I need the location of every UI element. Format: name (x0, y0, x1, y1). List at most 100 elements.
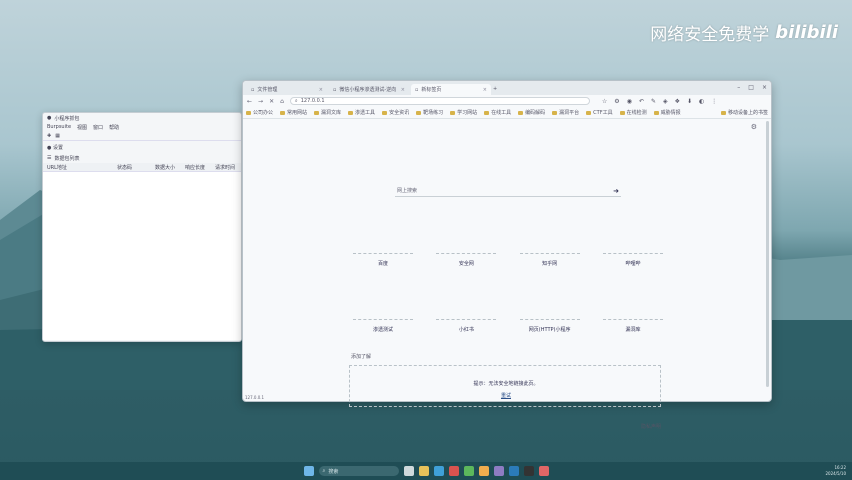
home-icon[interactable]: ⌂ (280, 98, 284, 105)
browser-icon[interactable] (433, 466, 444, 476)
taskbar-search[interactable]: ⌕ 搜索 (318, 466, 399, 476)
browser-tab-active[interactable]: ▫ 新标签页 × (411, 84, 491, 95)
menu-item-3[interactable]: 帮助 (109, 124, 119, 131)
app-icon[interactable] (448, 466, 459, 476)
packet-table-body[interactable] (43, 172, 241, 340)
reload-icon[interactable]: ✕ (269, 98, 274, 105)
bookmark-folder[interactable]: 漏洞平台 (552, 109, 579, 116)
shortcut-tile[interactable]: 小红书 (436, 319, 497, 333)
search-icon: ⌕ (322, 468, 326, 474)
retry-link[interactable]: 重试 (350, 392, 662, 399)
taskbar: ⌕ 搜索 16:22 2024/5/10 (0, 462, 852, 480)
menu-item-2[interactable]: 窗口 (93, 124, 103, 131)
web-search-box[interactable]: 网上搜索 ➜ (395, 185, 621, 197)
forward-icon[interactable]: → (258, 98, 263, 105)
capture-tool-window: ● 小程序抓包 Burpsuite 视图 窗口 帮助 ✚ ▦ ● 设置 ☰ 数据… (42, 112, 242, 342)
scrollbar[interactable] (766, 121, 769, 387)
arrow-right-icon[interactable]: ➜ (613, 187, 619, 195)
column-time[interactable]: 请求时间 (215, 164, 245, 171)
bookmark-folder[interactable]: 靶场练习 (416, 109, 443, 116)
page-icon: ▫ (415, 86, 419, 93)
extension-icon[interactable]: ⚙ (614, 98, 619, 105)
app-icon[interactable] (463, 466, 474, 476)
bookmarks-bar: 公司办公 常用网站 漏洞文库 渗透工具 安全资讯 靶场练习 学习网站 在线工具 … (243, 107, 771, 119)
task-view-icon[interactable] (403, 466, 414, 476)
table-header: URL地址 状态码 数据大小 响应长度 请求时间 (43, 163, 241, 172)
favorites-icon[interactable]: ❖ (675, 98, 680, 105)
tab-settings[interactable]: ● 设置 (47, 144, 63, 151)
shortcut-tile[interactable]: 渗透测试 (353, 319, 413, 333)
extension-icon[interactable]: ✎ (651, 98, 656, 105)
bookmark-folder[interactable]: 安全资讯 (382, 109, 409, 116)
shortcut-tile[interactable]: 哔哩哔 (602, 253, 663, 267)
shortcut-tile[interactable]: 安全网 (436, 253, 497, 267)
settings-icon[interactable]: ✚ (47, 133, 51, 139)
windows-start-icon[interactable] (303, 466, 314, 476)
bookmark-folder[interactable]: 公司办公 (246, 109, 273, 116)
app-icon[interactable] (478, 466, 489, 476)
close-icon[interactable]: × (319, 87, 323, 93)
minimize-icon[interactable]: – (737, 84, 740, 91)
app-icon[interactable] (538, 466, 549, 476)
bookmark-folder[interactable]: CTF工具 (586, 109, 613, 116)
bookmark-folder[interactable]: 威胁情报 (653, 109, 681, 116)
clock-date: 2024/5/10 (825, 471, 846, 476)
menu-item-1[interactable]: 视图 (77, 124, 87, 131)
bookmark-folder[interactable]: 学习网站 (450, 109, 477, 116)
bookmark-folder[interactable]: 在线工具 (484, 109, 511, 116)
tab-strip: ● 设置 (43, 141, 241, 153)
app-icon[interactable] (493, 466, 504, 476)
menu-bar: Burpsuite 视图 窗口 帮助 (43, 123, 241, 131)
bookmark-folder[interactable]: 常用网站 (280, 109, 307, 116)
menu-icon[interactable]: ⋮ (711, 98, 717, 105)
star-icon[interactable]: ☆ (602, 98, 607, 105)
grid-icon[interactable]: ▦ (55, 133, 60, 139)
notice-text: 提示：无法安全地链接此页。 (473, 381, 539, 387)
shortcut-tile[interactable]: 知乎网 (519, 253, 580, 267)
close-icon[interactable]: × (401, 87, 405, 93)
back-icon[interactable]: ← (247, 98, 252, 105)
extension-icon[interactable]: ◈ (663, 98, 668, 105)
profile-icon[interactable]: ◐ (699, 98, 704, 105)
shortcut-tile[interactable]: 百度 (353, 253, 413, 267)
bookmark-folder[interactable]: 编码解码 (518, 109, 545, 116)
undo-icon[interactable]: ↶ (639, 98, 644, 105)
close-icon[interactable]: × (483, 87, 487, 93)
shortcut-tile[interactable]: 网页(HTTP)小程序 (519, 319, 580, 333)
browser-tab[interactable]: ▫ 文件管理 × (247, 84, 327, 95)
url-input[interactable]: ⌕ 127.0.0.1 (289, 97, 590, 105)
system-tray[interactable]: 16:22 2024/5/10 (825, 465, 846, 477)
menu-item-0[interactable]: Burpsuite (47, 124, 71, 130)
file-explorer-icon[interactable] (418, 466, 429, 476)
extensions-bar: ☆ ⚙ ◉ ↶ ✎ ◈ ❖ ⬇ ◐ ⋮ (602, 98, 717, 105)
bookmark-folder[interactable]: 漏洞文库 (314, 109, 341, 116)
maximize-icon[interactable]: □ (748, 84, 754, 91)
status-bar: 127.0.0.1 (245, 395, 265, 400)
section-title: 数据包列表 (54, 155, 80, 162)
shortcut-tile[interactable]: 漏洞库 (602, 319, 663, 333)
tab-bar: ▫ 文件管理 × ▫ 微信小程序渗透测试-逆向 × ▫ 新标签页 × + – □… (243, 81, 771, 95)
app-icon[interactable] (508, 466, 519, 476)
gear-icon[interactable]: ⚙ (751, 123, 757, 131)
privacy-link[interactable]: 隐私声明 (641, 423, 661, 430)
bookmark-folder[interactable]: 渗透工具 (348, 109, 375, 116)
page-icon: ▫ (333, 86, 337, 93)
browser-tab[interactable]: ▫ 微信小程序渗透测试-逆向 × (329, 84, 409, 95)
close-window-icon[interactable]: × (762, 84, 767, 91)
new-tab-button[interactable]: + (493, 86, 497, 92)
extension-icon[interactable]: ◉ (627, 98, 632, 105)
column-length[interactable]: 响应长度 (185, 164, 215, 171)
shortcuts-row: 百度 安全网 知乎网 哔哩哔 (353, 253, 663, 267)
section-label: 添加了解 (351, 354, 372, 360)
column-url[interactable]: URL地址 (47, 164, 117, 171)
bookmark-folder[interactable]: 在线检测 (619, 109, 647, 116)
app-icon: ● (47, 115, 52, 121)
terminal-icon[interactable] (523, 466, 534, 476)
watermark: 网络安全免费学 bilibili (650, 20, 838, 45)
column-size[interactable]: 数据大小 (155, 164, 185, 171)
downloads-icon[interactable]: ⬇ (687, 98, 692, 105)
window-controls: – □ × (737, 84, 767, 91)
page-icon: ▫ (251, 86, 255, 93)
mobile-bookmarks[interactable]: 移动设备上的书签 (720, 109, 768, 116)
column-status[interactable]: 状态码 (117, 164, 155, 171)
